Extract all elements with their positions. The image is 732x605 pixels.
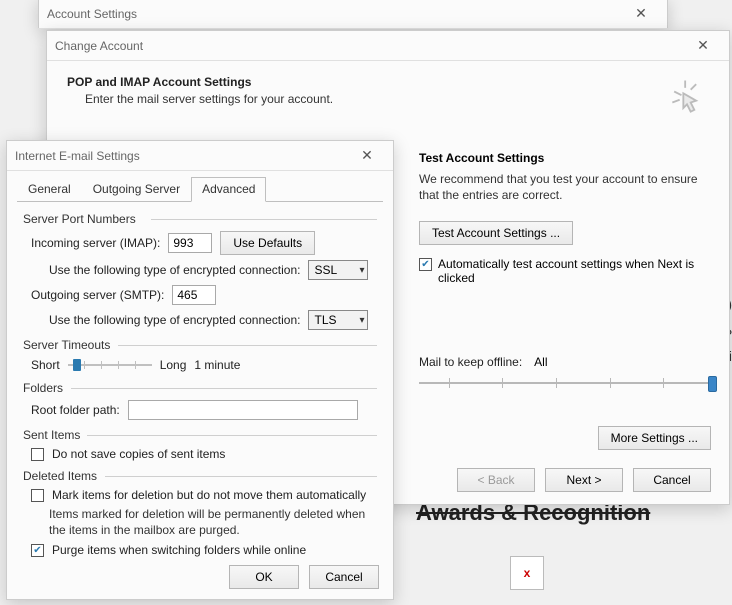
mark-delete-note: Items marked for deletion will be perman… (49, 507, 369, 538)
auto-test-label: Automatically test account settings when… (438, 257, 698, 285)
purge-checkbox[interactable] (31, 544, 44, 557)
cancel-button[interactable]: Cancel (633, 468, 711, 492)
cursor-sparkle-icon (665, 75, 709, 119)
outgoing-port-input[interactable] (172, 285, 216, 305)
group-sent-items: Sent Items Do not save copies of sent it… (23, 428, 377, 461)
purge-label: Purge items when switching folders while… (52, 543, 306, 557)
test-account-heading: Test Account Settings (419, 151, 717, 165)
tab-outgoing-server[interactable]: Outgoing Server (82, 177, 191, 202)
group-server-timeouts: Server Timeouts Short Long 1 minute (23, 338, 377, 373)
close-icon[interactable]: ✕ (349, 142, 385, 170)
incoming-label: Incoming server (IMAP): (31, 236, 160, 250)
internet-email-settings-dialog: Internet E-mail Settings ✕ General Outgo… (6, 140, 394, 600)
no-save-label: Do not save copies of sent items (52, 447, 225, 461)
incoming-enc-select[interactable]: SSL ▾ (308, 260, 368, 280)
incoming-port-input[interactable] (168, 233, 212, 253)
back-button[interactable]: < Back (457, 468, 535, 492)
dialog-footer: OK Cancel (17, 557, 383, 589)
titlebar: Account Settings ✕ (39, 0, 667, 29)
group-server-ports: Server Port Numbers Incoming server (IMA… (23, 212, 377, 330)
outgoing-enc-value: TLS (314, 313, 336, 327)
window-title: Account Settings (47, 7, 623, 21)
broken-image-icon: x (510, 556, 544, 590)
test-account-desc: We recommend that you test your account … (419, 171, 717, 203)
incoming-enc-value: SSL (314, 263, 337, 277)
chevron-down-icon: ▾ (359, 265, 364, 276)
wizard-header: POP and IMAP Account Settings Enter the … (67, 75, 709, 119)
group-label: Folders (23, 381, 377, 395)
root-folder-label: Root folder path: (31, 403, 120, 417)
titlebar: Internet E-mail Settings ✕ (7, 141, 393, 171)
group-deleted-items: Deleted Items Mark items for deletion bu… (23, 469, 377, 557)
close-icon[interactable]: ✕ (685, 32, 721, 60)
auto-test-checkbox[interactable] (419, 258, 432, 271)
window-title: Change Account (55, 39, 685, 53)
incoming-enc-label: Use the following type of encrypted conn… (49, 263, 300, 277)
offline-value: All (534, 355, 547, 369)
offline-label: Mail to keep offline: (419, 355, 522, 369)
test-account-panel: Test Account Settings We recommend that … (419, 151, 717, 444)
window-title: Internet E-mail Settings (15, 149, 349, 163)
wizard-footer: < Back Next > Cancel (457, 468, 711, 492)
cancel-button[interactable]: Cancel (309, 565, 379, 589)
no-save-checkbox[interactable] (31, 448, 44, 461)
offline-slider[interactable] (419, 373, 717, 393)
mark-delete-label: Mark items for deletion but do not move … (52, 488, 366, 502)
group-label: Server Port Numbers (23, 212, 377, 226)
tabs: General Outgoing Server Advanced (17, 177, 383, 202)
titlebar: Change Account ✕ (47, 31, 729, 61)
group-label: Sent Items (23, 428, 377, 442)
outgoing-enc-select[interactable]: TLS ▾ (308, 310, 368, 330)
account-settings-window: Account Settings ✕ (38, 0, 668, 28)
more-settings-button[interactable]: More Settings ... (598, 426, 711, 450)
mark-delete-checkbox[interactable] (31, 489, 44, 502)
tabpanel-advanced: Server Port Numbers Incoming server (IMA… (17, 202, 383, 557)
tab-general[interactable]: General (17, 177, 82, 202)
group-folders: Folders Root folder path: (23, 381, 377, 420)
tab-advanced[interactable]: Advanced (191, 177, 266, 202)
wizard-heading: POP and IMAP Account Settings (67, 75, 333, 89)
outgoing-enc-label: Use the following type of encrypted conn… (49, 313, 300, 327)
timeout-long-label: Long (160, 358, 187, 372)
timeout-value: 1 minute (194, 358, 240, 372)
close-icon[interactable]: ✕ (623, 0, 659, 28)
timeout-slider[interactable] (68, 357, 152, 373)
auto-test-row[interactable]: Automatically test account settings when… (419, 257, 717, 285)
next-button[interactable]: Next > (545, 468, 623, 492)
chevron-down-icon: ▾ (359, 315, 364, 326)
group-label: Server Timeouts (23, 338, 377, 352)
timeout-short-label: Short (31, 358, 60, 372)
outgoing-label: Outgoing server (SMTP): (31, 288, 164, 302)
use-defaults-button[interactable]: Use Defaults (220, 231, 315, 255)
group-label: Deleted Items (23, 469, 377, 483)
ok-button[interactable]: OK (229, 565, 299, 589)
test-account-button[interactable]: Test Account Settings ... (419, 221, 573, 245)
wizard-subheading: Enter the mail server settings for your … (67, 92, 333, 106)
root-folder-input[interactable] (128, 400, 358, 420)
offline-row: Mail to keep offline: All (419, 355, 717, 369)
